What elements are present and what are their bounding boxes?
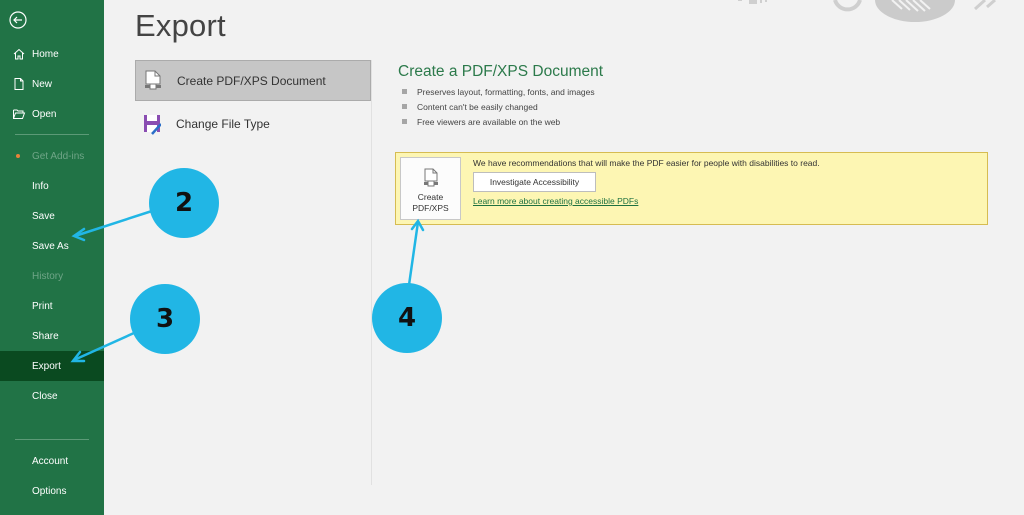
feature-item: Content can't be easily changed xyxy=(402,101,595,116)
pane-divider xyxy=(371,60,372,485)
sidebar-item-get-add-ins: Get Add-ins xyxy=(0,141,104,171)
sidebar-item-label: Share xyxy=(32,330,59,342)
option-create-pdf-xps[interactable]: Create PDF/XPS Document xyxy=(135,60,371,101)
decorative-background-graphic xyxy=(738,0,996,22)
sidebar-item-label: Print xyxy=(32,300,53,312)
sidebar-item-open[interactable]: Open xyxy=(0,99,104,129)
feature-text: Free viewers are available on the web xyxy=(417,117,561,127)
feature-item: Free viewers are available on the web xyxy=(402,116,595,131)
feature-item: Preserves layout, formatting, fonts, and… xyxy=(402,86,595,101)
sidebar-item-label: Get Add-ins xyxy=(32,150,85,162)
sidebar-item-share[interactable]: Share xyxy=(0,321,104,351)
callout-step-2: 2 xyxy=(149,168,219,238)
sidebar-item-close[interactable]: Close xyxy=(0,381,104,411)
save-file-type-icon xyxy=(144,114,161,135)
sidebar-item-save-as[interactable]: Save As xyxy=(0,231,104,261)
sidebar-item-home[interactable]: Home xyxy=(0,39,104,69)
sidebar-item-save[interactable]: Save xyxy=(0,201,104,231)
option-label: Change File Type xyxy=(176,116,270,131)
option-label: Create PDF/XPS Document xyxy=(177,73,326,88)
sidebar-item-label: Home xyxy=(32,48,59,60)
detail-title: Create a PDF/XPS Document xyxy=(398,63,604,80)
sidebar-item-account[interactable]: Account xyxy=(0,446,104,476)
pdf-document-icon xyxy=(423,168,438,187)
option-change-file-type[interactable]: Change File Type xyxy=(135,103,371,144)
sidebar-item-label: Export xyxy=(32,360,61,372)
page-title: Export xyxy=(135,8,226,43)
sidebar-item-history: History xyxy=(0,261,104,291)
sidebar-item-new[interactable]: New xyxy=(0,69,104,99)
sidebar-item-label: Options xyxy=(32,485,67,497)
sidebar-item-label: Close xyxy=(32,390,58,402)
home-icon xyxy=(13,48,25,60)
sidebar-item-label: Info xyxy=(32,180,49,192)
sidebar-item-export[interactable]: Export xyxy=(0,351,104,381)
callout-step-4: 4 xyxy=(372,283,442,353)
feature-text: Preserves layout, formatting, fonts, and… xyxy=(417,87,595,97)
sidebar-item-info[interactable]: Info xyxy=(0,171,104,201)
backstage-sidebar: Home New Open Get Add-ins Info Save Save… xyxy=(0,0,104,515)
open-folder-icon xyxy=(13,109,26,119)
bullet-icon xyxy=(402,104,407,109)
callout-step-3: 3 xyxy=(130,284,200,354)
sidebar-item-label: Account xyxy=(32,455,69,467)
arrow-to-create-pdf xyxy=(407,220,420,287)
sidebar-item-label: Save As xyxy=(32,240,69,252)
sidebar-item-print[interactable]: Print xyxy=(0,291,104,321)
new-document-icon xyxy=(14,78,24,90)
investigate-accessibility-button[interactable]: Investigate Accessibility xyxy=(473,172,596,192)
pdf-document-icon xyxy=(145,70,161,89)
bullet-icon xyxy=(402,119,407,124)
bullet-icon xyxy=(402,89,407,94)
back-button[interactable] xyxy=(9,11,27,29)
learn-more-link[interactable]: Learn more about creating accessible PDF… xyxy=(473,196,638,206)
sidebar-item-label: History xyxy=(32,270,64,282)
new-indicator-dot xyxy=(16,154,20,158)
sidebar-separator xyxy=(15,439,89,440)
sidebar-item-label: New xyxy=(32,78,53,90)
notice-message: We have recommendations that will make t… xyxy=(473,158,820,168)
back-arrow-circle-icon xyxy=(9,11,27,29)
sidebar-item-label: Save xyxy=(32,210,55,222)
sidebar-separator xyxy=(15,134,89,135)
feature-text: Content can't be easily changed xyxy=(417,102,538,112)
sidebar-item-options[interactable]: Options xyxy=(0,476,104,506)
feature-list: Preserves layout, formatting, fonts, and… xyxy=(402,86,595,131)
create-pdf-xps-button[interactable]: Create PDF/XPS xyxy=(400,157,461,220)
accessibility-notice: Create PDF/XPS We have recommendations t… xyxy=(395,152,988,225)
sidebar-item-label: Open xyxy=(32,108,57,120)
create-pdf-xps-label: Create PDF/XPS xyxy=(412,192,449,213)
